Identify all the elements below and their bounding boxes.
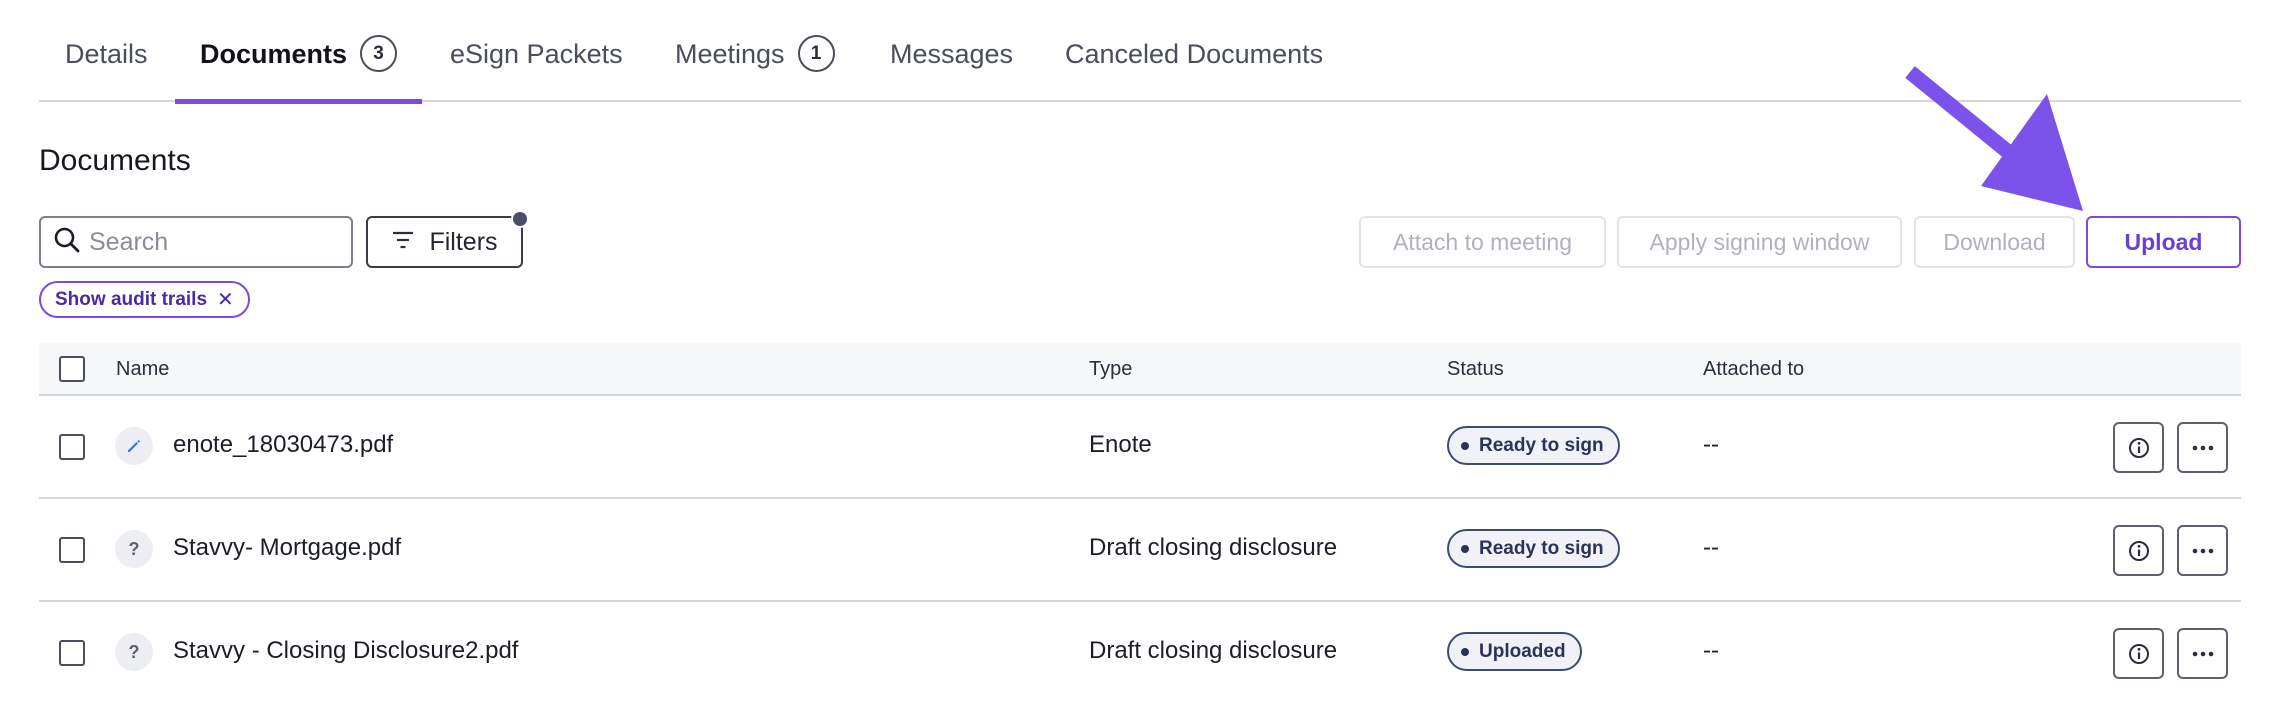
tab-label: Meetings [675,39,785,69]
tab-label: Documents [200,39,348,69]
question-icon: ? [115,530,153,568]
attach-to-meeting-button[interactable]: Attach to meeting [1359,216,1606,268]
attached-to-value: -- [1703,431,1719,458]
filters-label: Filters [429,227,498,256]
active-filter-indicator [511,210,529,228]
info-icon [2128,437,2149,458]
column-header-status: Status [1447,358,1504,380]
table-header: Name Type Status Attached to [39,343,2241,396]
tab-count-badge: 1 [797,35,835,72]
document-type: Draft closing disclosure [1089,534,1338,561]
tab-label: Details [65,39,148,69]
apply-signing-window-button[interactable]: Apply signing window [1617,216,1902,268]
row-checkbox[interactable] [59,640,85,666]
info-icon [2128,643,2149,664]
attached-to-value: -- [1703,534,1719,561]
status-label: Ready to sign [1479,434,1604,456]
tab-details[interactable]: Details [65,34,148,102]
info-button[interactable] [2113,525,2164,576]
search-input[interactable] [89,227,329,257]
tab-label: Canceled Documents [1065,39,1324,69]
tab-messages[interactable]: Messages [890,34,1013,102]
column-header-name: Name [116,358,170,380]
document-name[interactable]: enote_18030473.pdf [173,431,393,459]
status-badge: Uploaded [1447,632,1582,671]
filters-button[interactable]: Filters [366,210,529,268]
more-options-button[interactable] [2177,525,2228,576]
status-dot [1461,544,1469,553]
select-all-checkbox[interactable] [59,356,85,382]
close-icon[interactable]: ✕ [217,287,234,312]
tab-meetings[interactable]: Meetings 1 [675,34,835,102]
status-badge: Ready to sign [1447,426,1620,465]
row-checkbox[interactable] [59,537,85,563]
filter-lines-icon [391,228,429,257]
status-dot [1461,441,1469,450]
tab-count-badge: 3 [360,35,398,72]
section-title: Documents [39,144,191,177]
ellipsis-icon [2192,548,2213,553]
document-type: Draft closing disclosure [1089,637,1338,664]
audit-trails-filter-chip: Show audit trails ✕ [39,281,250,318]
search-box[interactable] [39,216,353,268]
documents-table: Name Type Status Attached to enote_18030… [39,343,2241,705]
status-label: Uploaded [1479,640,1566,662]
tab-esign-packets[interactable]: eSign Packets [450,34,623,102]
chip-label: Show audit trails [55,288,208,310]
status-badge: Ready to sign [1447,529,1620,568]
document-name[interactable]: Stavvy - Closing Disclosure2.pdf [173,637,518,665]
table-row[interactable]: enote_18030473.pdf Enote Ready to sign -… [39,396,2241,499]
download-button[interactable]: Download [1914,216,2075,268]
table-row[interactable]: ? Stavvy - Closing Disclosure2.pdf Draft… [39,602,2241,705]
tab-label: eSign Packets [450,39,623,69]
column-header-attached-to: Attached to [1703,358,1805,380]
info-button[interactable] [2113,422,2164,473]
attached-to-value: -- [1703,637,1719,664]
tab-label: Messages [890,39,1014,69]
search-icon [53,226,81,259]
table-row[interactable]: ? Stavvy- Mortgage.pdf Draft closing dis… [39,499,2241,602]
ellipsis-icon [2192,445,2213,450]
annotation-arrow-icon [1905,66,2083,211]
tab-documents[interactable]: Documents 3 [174,34,423,104]
info-icon [2128,540,2149,561]
pencil-icon [115,427,153,465]
upload-button[interactable]: Upload [2086,216,2241,268]
more-options-button[interactable] [2177,422,2228,473]
document-type: Enote [1089,431,1152,458]
ellipsis-icon [2192,651,2213,656]
question-icon: ? [115,633,153,671]
info-button[interactable] [2113,628,2164,679]
column-header-type: Type [1089,358,1133,380]
document-name[interactable]: Stavvy- Mortgage.pdf [173,534,401,562]
tab-canceled-documents[interactable]: Canceled Documents [1065,34,1323,102]
row-checkbox[interactable] [59,434,85,460]
status-label: Ready to sign [1479,537,1604,559]
more-options-button[interactable] [2177,628,2228,679]
status-dot [1461,647,1469,656]
